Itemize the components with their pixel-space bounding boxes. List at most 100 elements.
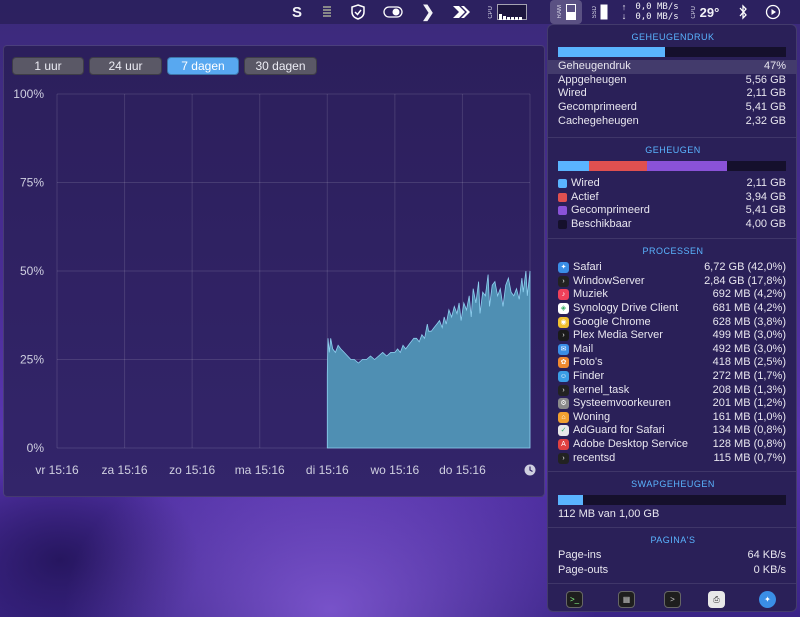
process-row-label: Foto's — [573, 356, 603, 369]
pressure-row-value: 2,11 GB — [746, 87, 786, 100]
disk-widget[interactable]: SSD — [588, 0, 612, 24]
process-row: ✉ Mail 492 MB (3,0%) — [558, 343, 786, 357]
process-row-value: 628 MB (3,8%) — [712, 315, 786, 328]
terminal-icon: › — [558, 452, 569, 464]
pressure-row-label: Wired — [558, 87, 587, 100]
memory-row-label: Actief — [571, 190, 599, 203]
process-row-label: kernel_task — [573, 383, 630, 396]
toggle-icon[interactable] — [382, 0, 404, 24]
process-row-value: 134 MB (0,8%) — [712, 424, 786, 437]
memory-composition-bar — [558, 161, 786, 171]
double-chevron-icon[interactable] — [450, 0, 472, 24]
section-title-swap: SWAPGEHEUGEN — [631, 479, 715, 489]
cpu-mini-widget[interactable]: CPU — [484, 0, 530, 24]
divider — [548, 583, 796, 584]
pages-row-value: 0 KB/s — [753, 563, 786, 576]
pressure-row: Cachegeheugen 2,32 GB — [558, 114, 786, 128]
legend-swatch — [558, 192, 567, 202]
y-tick-label: 0% — [27, 441, 45, 455]
network-speeds[interactable]: 0,0 MB/s 0,0 MB/s — [634, 0, 680, 24]
process-row: › kernel_task 208 MB (1,3%) — [558, 383, 786, 397]
swap-text: 112 MB van 1,00 GB — [558, 508, 660, 521]
memory-bar-segment — [558, 161, 590, 171]
swap-bar-fill — [558, 495, 584, 505]
memory-widget[interactable]: RAM — [550, 0, 582, 24]
pressure-row-value: 2,32 GB — [745, 114, 786, 127]
process-row: ◈ Synology Drive Client 681 MB (4,2%) — [558, 302, 786, 316]
stats-bars-icon[interactable] — [318, 0, 336, 24]
bluetooth-icon[interactable] — [736, 0, 750, 24]
chrome-icon: ◉ — [558, 316, 569, 328]
pressure-row-label: Appgeheugen — [558, 73, 627, 86]
process-row: ✦ Safari 6,72 GB (42,0%) — [558, 261, 786, 275]
process-row: ✿ Foto's 418 MB (2,5%) — [558, 356, 786, 370]
section-title-processes: PROCESSEN — [642, 246, 704, 256]
console-icon[interactable]: > — [664, 591, 681, 608]
y-tick-label: 100% — [13, 87, 44, 101]
memory-row-label: Beschikbaar — [571, 218, 632, 231]
mail-icon: ✉ — [558, 343, 569, 355]
chevron-right-icon[interactable]: ❯ — [420, 0, 436, 24]
compass-icon: ✦ — [558, 262, 569, 274]
stripe-s-icon[interactable]: S — [288, 0, 306, 24]
process-row-label: Synology Drive Client — [573, 302, 679, 315]
pages-row-label: Page-ins — [558, 549, 602, 562]
process-row-label: Systeemvoorkeuren — [573, 397, 671, 410]
y-tick-label: 75% — [20, 176, 44, 190]
divider — [548, 471, 796, 472]
temperature-widget[interactable]: CPU 29° — [686, 0, 724, 24]
pages-row-value: 64 KB/s — [747, 549, 786, 562]
pressure-bar-fill — [558, 47, 666, 57]
plex-icon: › — [558, 330, 569, 342]
process-row: A Adobe Desktop Service 128 MB (0,8%) — [558, 438, 786, 452]
safari-icon[interactable]: ✦ — [759, 591, 776, 608]
music-icon: ♪ — [558, 289, 569, 301]
home-icon: ⌂ — [558, 411, 569, 423]
section-title-memory: GEHEUGEN — [645, 145, 701, 155]
section-title-pressure: GEHEUGENDRUK — [631, 32, 715, 42]
network-arrows-icon: ↑ ↓ — [621, 2, 627, 21]
process-row-label: Adobe Desktop Service — [573, 438, 688, 451]
memory-popover: GEHEUGENDRUK Geheugendruk 47% Appgeheugen 5… — [547, 24, 797, 612]
play-circle-icon[interactable] — [764, 0, 782, 24]
x-tick-label: do 15:16 — [439, 463, 486, 477]
process-row: ♪ Muziek 692 MB (4,2%) — [558, 288, 786, 302]
process-row-value: 161 MB (1,0%) — [712, 410, 786, 423]
pages-row: Page-outs 0 KB/s — [558, 564, 786, 578]
sensor-label: CPU — [690, 5, 697, 19]
finder-icon: ☺ — [558, 371, 569, 383]
swap-bar — [558, 495, 786, 505]
process-row-value: 128 MB (0,8%) — [712, 438, 786, 451]
process-row: ◉ Google Chrome 628 MB (3,8%) — [558, 315, 786, 329]
printer-icon[interactable]: ⎙ — [708, 591, 725, 608]
legend-swatch — [558, 220, 567, 230]
pages-row: Page-ins 64 KB/s — [558, 549, 786, 563]
disk-label: SSD — [592, 5, 598, 19]
process-row: › WindowServer 2,84 GB (17,8%) — [558, 275, 786, 289]
memory-bar-segment — [589, 161, 648, 171]
shield-check-icon[interactable] — [348, 0, 368, 24]
process-row-value: 115 MB (0,7%) — [713, 451, 786, 464]
memory-row: Wired 2,11 GB — [558, 177, 786, 191]
process-row-value: 272 MB (1,7%) — [712, 370, 786, 383]
pressure-row-label: Geheugendruk — [558, 60, 631, 73]
process-row-value: 418 MB (2,5%) — [712, 356, 786, 369]
divider — [548, 527, 796, 528]
memory-history-window: 1 uur 24 uur 7 dagen 30 dagen 100% 75% 50%… — [3, 45, 545, 497]
ram-label: RAM — [556, 5, 563, 19]
x-tick-label: zo 15:16 — [169, 463, 215, 477]
process-row-value: 492 MB (3,0%) — [712, 342, 786, 355]
process-row-label: recentsd — [573, 451, 616, 464]
x-tick-label: vr 15:16 — [35, 463, 79, 477]
y-tick-label: 50% — [20, 264, 44, 278]
y-tick-label: 25% — [20, 353, 44, 367]
pressure-row: Appgeheugen 5,56 GB — [558, 74, 786, 88]
cpu-label: CPU — [487, 5, 494, 19]
memory-row-value: 3,94 GB — [745, 190, 786, 203]
terminal-icon[interactable]: >_ — [566, 591, 583, 608]
activity-monitor-icon[interactable]: ▦ — [618, 591, 635, 608]
process-row-value: 6,72 GB (42,0%) — [704, 261, 786, 274]
pressure-row-value: 5,41 GB — [745, 101, 786, 114]
process-row-label: WindowServer — [573, 274, 645, 287]
x-tick-label: za 15:16 — [102, 463, 148, 477]
